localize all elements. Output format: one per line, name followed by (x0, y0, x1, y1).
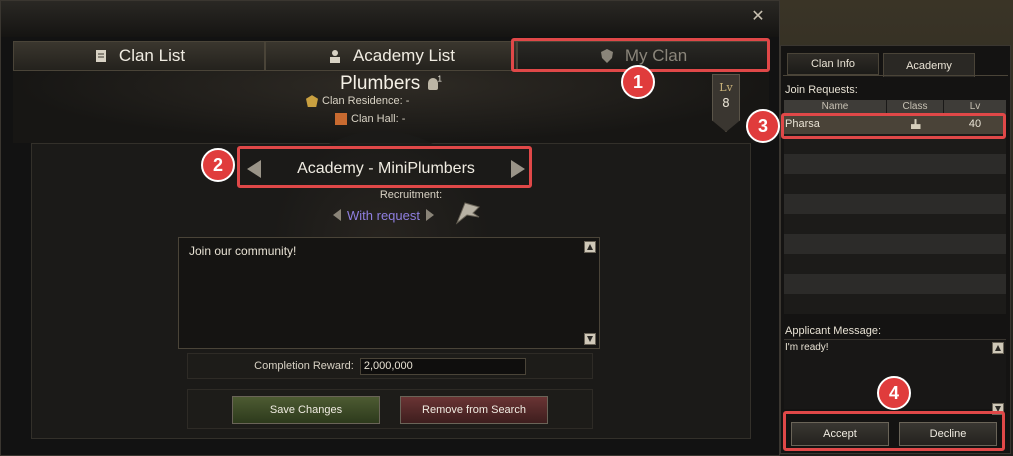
completion-reward-input[interactable]: 2,000,000 (359, 357, 526, 375)
title-bar[interactable] (1, 1, 779, 37)
save-changes-button[interactable]: Save Changes (232, 396, 380, 424)
join-requests-label: Join Requests: (785, 84, 858, 96)
table-row[interactable] (784, 294, 1006, 314)
tab-label: Academy List (352, 46, 456, 65)
tab-academy-list[interactable]: Academy List (265, 41, 517, 71)
completion-reward-row: Completion Reward: 2,000,000 (187, 353, 593, 379)
highlight-academy-selector (237, 146, 532, 188)
highlight-join-request-row (781, 113, 1006, 139)
prev-recruitment-arrow-icon[interactable] (333, 209, 341, 221)
table-row[interactable] (784, 214, 1006, 234)
member-icon (427, 77, 438, 90)
residence-icon (306, 95, 318, 108)
hall-icon (335, 113, 347, 126)
remove-from-search-button[interactable]: Remove from Search (400, 396, 548, 424)
recruitment-selector: With request (333, 205, 434, 225)
annotation-badge-4: 4 (877, 376, 911, 410)
close-icon: ✕ (751, 6, 765, 25)
applicant-message-label: Applicant Message: (785, 325, 881, 337)
table-row[interactable] (784, 194, 1006, 214)
academy-message-text: Join our community! (189, 244, 297, 258)
table-header: Name Class Lv (784, 100, 1006, 114)
tab-label: Clan List (118, 46, 186, 65)
table-row[interactable] (784, 174, 1006, 194)
tab-divider (783, 75, 1008, 76)
action-buttons: Save Changes Remove from Search (187, 389, 593, 429)
scroll-icon (95, 50, 106, 62)
right-tabs: Clan Info Academy (787, 53, 975, 77)
annotation-badge-2: 2 (201, 148, 235, 182)
flag-icon[interactable] (453, 199, 483, 225)
recruitment-value[interactable]: With request (347, 208, 420, 223)
table-row[interactable] (784, 274, 1006, 294)
clan-hall: Clan Hall: - (335, 113, 405, 126)
level-label: Lv (719, 81, 733, 94)
level-value: 8 (722, 96, 730, 110)
member-count: 1 (437, 74, 442, 84)
column-class[interactable]: Class (887, 100, 944, 114)
recruitment-label: Recruitment: (379, 189, 443, 201)
annotation-badge-3: 3 (746, 109, 780, 143)
annotation-badge-1: 1 (621, 65, 655, 99)
table-row[interactable] (784, 234, 1006, 254)
tab-clan-list[interactable]: Clan List (13, 41, 265, 71)
academy-icon (329, 50, 340, 63)
academy-message-textarea[interactable]: Join our community! (178, 237, 600, 349)
table-row[interactable] (784, 254, 1006, 274)
completion-reward-label: Completion Reward: (254, 360, 354, 372)
column-lv[interactable]: Lv (944, 100, 1006, 114)
applicant-message-text: I'm ready! (785, 342, 829, 353)
scroll-up-icon[interactable] (584, 241, 596, 253)
clan-residence: Clan Residence: - (306, 95, 409, 108)
tab-academy[interactable]: Academy (883, 53, 975, 77)
scroll-down-icon[interactable] (584, 333, 596, 345)
scroll-up-icon[interactable] (992, 342, 1004, 354)
table-row[interactable] (784, 154, 1006, 174)
clan-level-badge: Lv 8 (712, 74, 740, 132)
column-name[interactable]: Name (784, 100, 887, 114)
highlight-accept-decline (783, 411, 1005, 451)
close-button[interactable]: ✕ (749, 7, 767, 25)
next-recruitment-arrow-icon[interactable] (425, 209, 434, 221)
tab-clan-info[interactable]: Clan Info (787, 53, 879, 75)
clan-name: Plumbers 1 (340, 73, 442, 94)
